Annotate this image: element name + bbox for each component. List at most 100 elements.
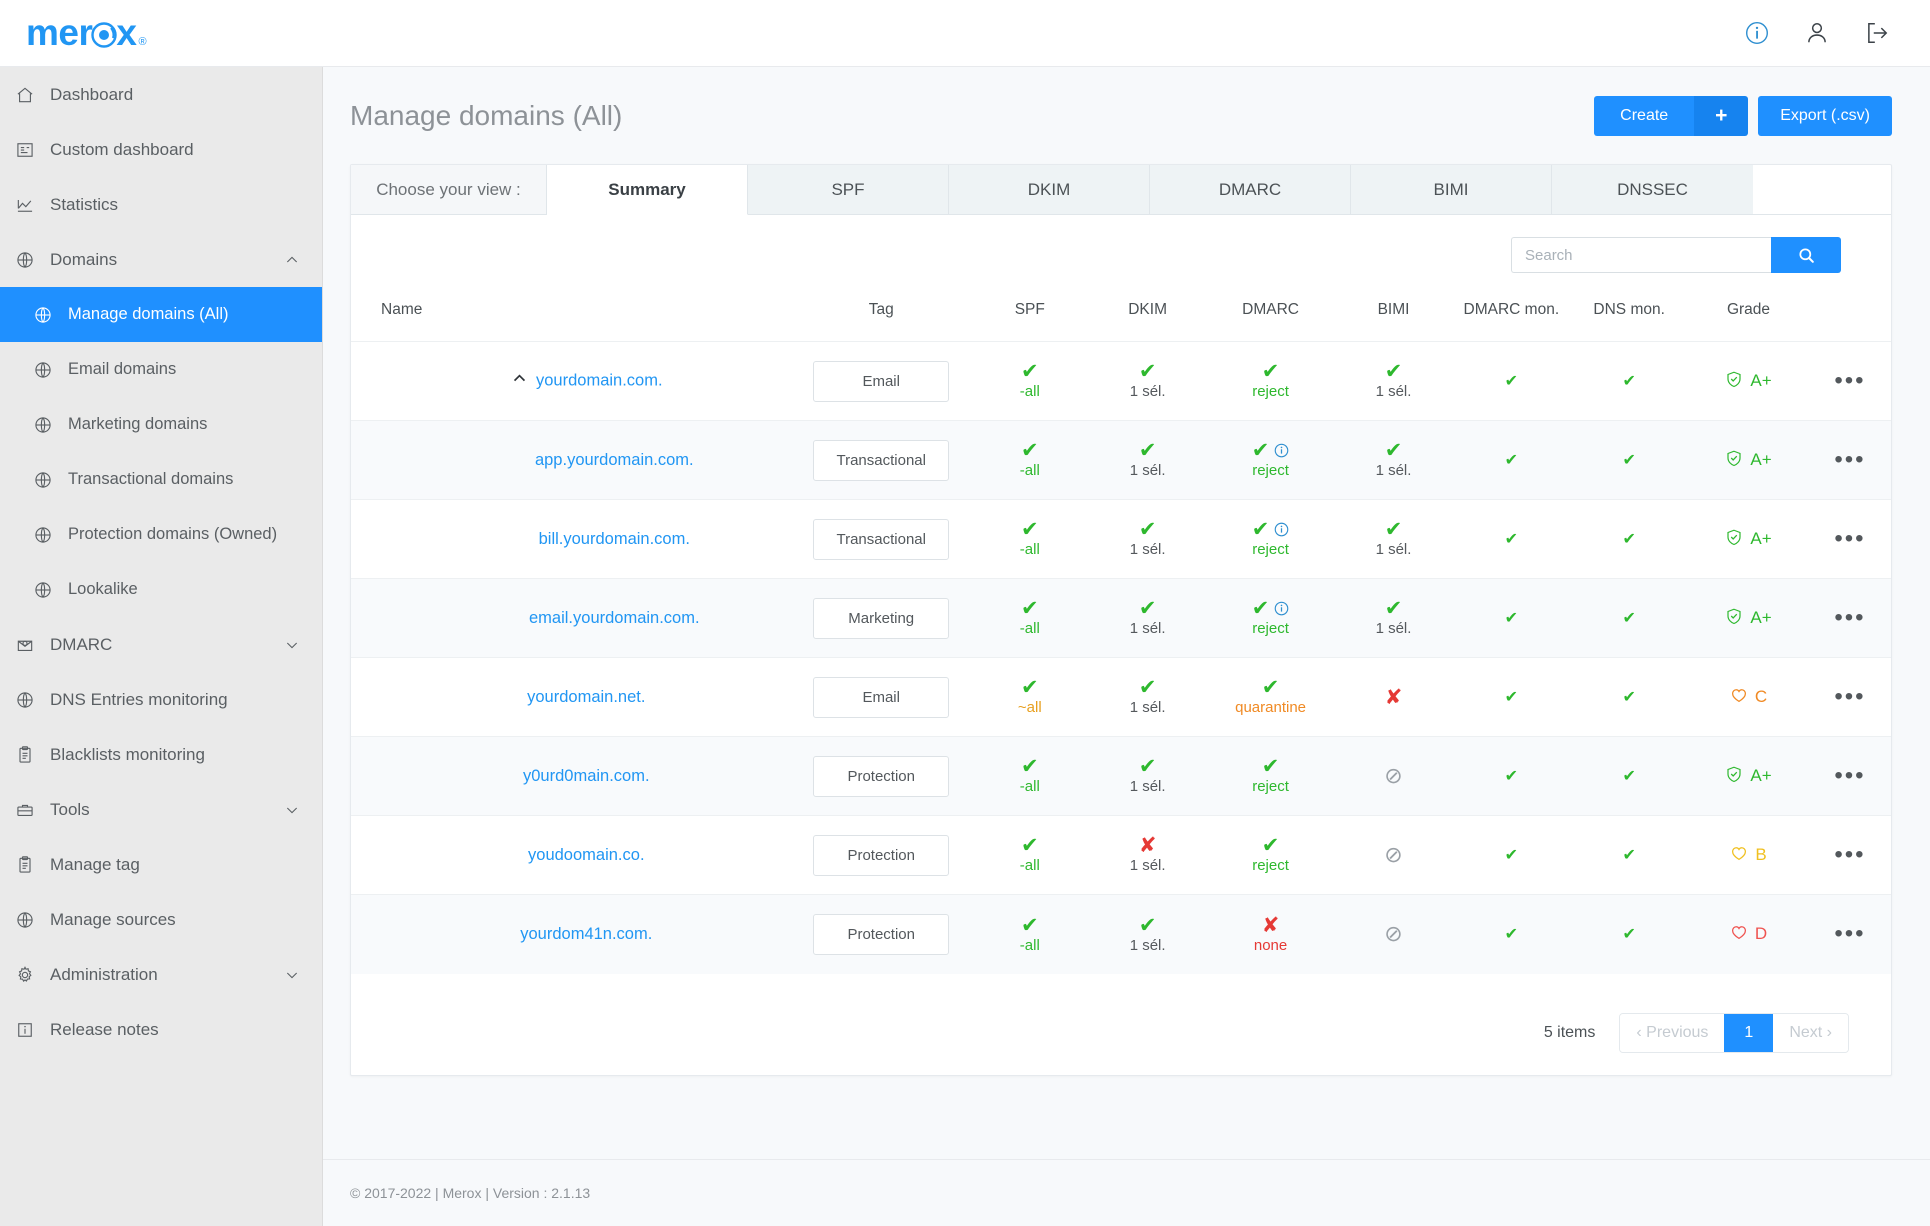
domain-name-cell: yourdomain.net. <box>351 658 792 737</box>
sidebar-item-marketing-domains[interactable]: Marketing domains <box>0 397 322 452</box>
column-header-dmarc[interactable]: DMARC <box>1207 289 1335 342</box>
chevron-down-icon[interactable] <box>284 802 300 818</box>
previous-page-button[interactable]: ‹ Previous <box>1620 1014 1725 1052</box>
plus-icon[interactable]: + <box>1694 95 1749 136</box>
sidebar-item-protection-domains-owned[interactable]: Protection domains (Owned) <box>0 507 322 562</box>
sidebar-item-lookalike[interactable]: Lookalike <box>0 562 322 617</box>
domain-link[interactable]: yourdom41n.com. <box>520 925 652 943</box>
chevron-down-icon[interactable] <box>284 967 300 983</box>
info-box-icon <box>14 1019 36 1041</box>
tag-badge[interactable]: Transactional <box>813 439 950 481</box>
dmarc-mon-cell: ✔ <box>1452 342 1570 421</box>
column-header-grade[interactable]: Grade <box>1688 289 1809 342</box>
bimi-status-value: 1 sél. <box>1375 541 1412 559</box>
page-footer: © 2017-2022 | Merox | Version : 2.1.13 <box>323 1159 1930 1226</box>
sidebar-item-domains[interactable]: Domains <box>0 232 322 287</box>
info-icon[interactable] <box>1274 522 1289 537</box>
sidebar-item-manage-sources[interactable]: Manage sources <box>0 892 322 947</box>
dkim-cell: ✔ 1 sél. <box>1089 342 1207 421</box>
export-csv-button[interactable]: Export (.csv) <box>1758 95 1892 136</box>
tag-badge[interactable]: Protection <box>813 834 950 876</box>
tag-badge[interactable]: Email <box>813 360 950 402</box>
sidebar-item-email-domains[interactable]: Email domains <box>0 342 322 397</box>
row-menu-button[interactable]: ••• <box>1834 685 1865 709</box>
tab-label: DNSSEC <box>1617 179 1688 199</box>
sidebar-item-statistics[interactable]: Statistics <box>0 177 322 232</box>
domain-link[interactable]: y0urd0main.com. <box>523 767 650 785</box>
column-header-tag[interactable]: Tag <box>792 289 971 342</box>
column-header-bimi[interactable]: BIMI <box>1335 289 1453 342</box>
column-header-name[interactable]: Name <box>351 289 792 342</box>
sidebar-item-manage-domains-all[interactable]: Manage domains (All) <box>0 287 322 342</box>
domain-link[interactable]: app.yourdomain.com. <box>535 451 694 469</box>
sidebar-item-blacklists-monitoring[interactable]: Blacklists monitoring <box>0 727 322 782</box>
dmarc-mon-status: ✔ <box>1504 373 1519 390</box>
tag-badge[interactable]: Marketing <box>813 597 950 639</box>
brand-name-part2: x <box>116 12 137 53</box>
shield-icon <box>1725 607 1743 630</box>
sidebar-item-custom-dashboard[interactable]: Custom dashboard <box>0 122 322 177</box>
sidebar-item-transactional-domains[interactable]: Transactional domains <box>0 452 322 507</box>
domain-link[interactable]: yourdomain.net. <box>527 688 645 706</box>
sidebar: Dashboard Custom dashboard Statistics Domai… <box>0 67 323 1226</box>
column-header-dmarc-mon[interactable]: DMARC mon. <box>1452 289 1570 342</box>
domain-link[interactable]: youdoomain.co. <box>528 846 645 864</box>
dns-mon-status: ✔ <box>1622 768 1636 785</box>
collapse-caret-icon[interactable] <box>510 370 528 392</box>
spf-status: ✔ -all <box>1019 755 1040 796</box>
tag-badge[interactable]: Protection <box>813 755 950 797</box>
column-header-dkim[interactable]: DKIM <box>1089 289 1207 342</box>
dmarc-status-value: reject <box>1252 620 1289 638</box>
table-row: y0urd0main.com. Protection ✔ -all ✔ 1 sél. ✔ re… <box>351 736 1891 816</box>
create-button[interactable]: Create + <box>1594 95 1749 136</box>
globe-icon <box>32 414 54 436</box>
sidebar-item-dmarc[interactable]: DMARC <box>0 617 322 672</box>
domain-link[interactable]: bill.yourdomain.com. <box>539 530 690 548</box>
tab-dkim[interactable]: DKIM <box>949 165 1150 214</box>
tab-dnssec[interactable]: DNSSEC <box>1552 165 1753 214</box>
spf-status: ✔ -all <box>1019 518 1040 559</box>
column-header-dns-mon[interactable]: DNS mon. <box>1570 289 1688 342</box>
info-icon[interactable] <box>1744 20 1770 46</box>
row-menu-button[interactable]: ••• <box>1834 922 1865 946</box>
search-button[interactable] <box>1771 237 1841 273</box>
info-icon[interactable] <box>1274 601 1289 616</box>
brand-logo[interactable]: mer x ® <box>26 12 147 54</box>
sidebar-item-administration[interactable]: Administration <box>0 947 322 1002</box>
domain-link[interactable]: email.yourdomain.com. <box>529 609 700 627</box>
tab-summary[interactable]: Summary <box>547 165 748 215</box>
info-icon[interactable] <box>1274 443 1289 458</box>
dmarc-status-value: none <box>1253 936 1288 954</box>
tag-badge[interactable]: Email <box>813 676 950 718</box>
domain-link[interactable]: yourdomain.com. <box>536 371 663 389</box>
row-menu-button[interactable]: ••• <box>1834 843 1865 867</box>
row-menu-button[interactable]: ••• <box>1834 448 1865 472</box>
logout-icon[interactable] <box>1864 20 1890 46</box>
sidebar-item-tools[interactable]: Tools <box>0 782 322 837</box>
home-icon <box>14 84 36 106</box>
tab-dmarc[interactable]: DMARC <box>1150 165 1351 214</box>
search-input[interactable] <box>1511 237 1771 273</box>
dmarc-status-value: reject <box>1252 857 1289 875</box>
chevron-down-icon[interactable] <box>284 637 300 653</box>
column-header-spf[interactable]: SPF <box>971 289 1089 342</box>
next-page-button[interactable]: Next › <box>1773 1014 1848 1052</box>
sidebar-item-dns-entries-monitoring[interactable]: DNS Entries monitoring <box>0 672 322 727</box>
sidebar-item-release-notes[interactable]: Release notes <box>0 1002 322 1057</box>
user-icon[interactable] <box>1804 20 1830 46</box>
sidebar-item-manage-tag[interactable]: Manage tag <box>0 837 322 892</box>
row-menu-button[interactable]: ••• <box>1834 606 1865 630</box>
tab-spf[interactable]: SPF <box>748 165 949 214</box>
row-menu-button[interactable]: ••• <box>1834 764 1865 788</box>
tag-badge[interactable]: Transactional <box>813 518 950 560</box>
row-menu-button[interactable]: ••• <box>1834 369 1865 393</box>
domains-card: Choose your view : Summary SPF DKIM DMARC BI… <box>350 164 1892 1076</box>
chevron-up-icon[interactable] <box>284 252 300 268</box>
row-menu-button[interactable]: ••• <box>1834 527 1865 551</box>
globe-icon <box>14 909 36 931</box>
sidebar-item-label: Lookalike <box>68 580 138 598</box>
tab-bimi[interactable]: BIMI <box>1351 165 1552 214</box>
tag-badge[interactable]: Protection <box>813 913 950 955</box>
sidebar-item-dashboard[interactable]: Dashboard <box>0 67 322 122</box>
page-number-1[interactable]: 1 <box>1724 1014 1774 1052</box>
